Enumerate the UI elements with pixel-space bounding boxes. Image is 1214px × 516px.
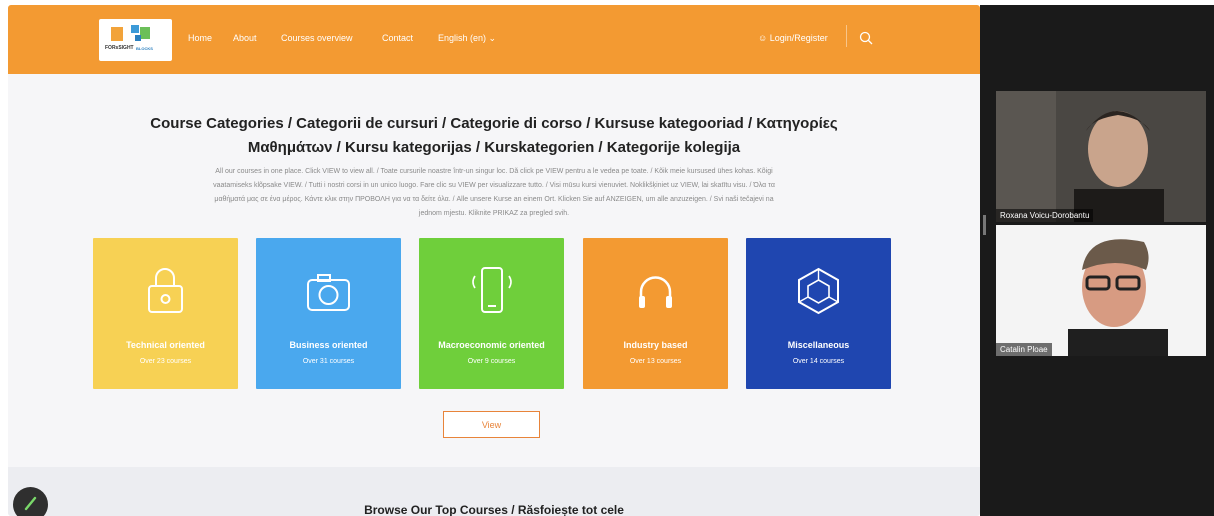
site-header: FORsSIGHT BLOCKS Home About Courses over… bbox=[8, 5, 980, 74]
category-name: Industry based bbox=[623, 340, 688, 350]
category-name: Miscellaneous bbox=[787, 340, 850, 350]
participant-video-catalin[interactable]: Catalin Ploae bbox=[996, 225, 1206, 356]
category-count: Over 9 courses bbox=[467, 358, 516, 365]
logo-subtext: BLOCKS bbox=[136, 46, 153, 51]
nav-language[interactable]: English (en) ⌄ bbox=[438, 33, 496, 44]
page-title-line-2: Μαθημάτων / Kursu kategorijas / Kurskate… bbox=[247, 139, 741, 156]
header-divider bbox=[846, 25, 847, 47]
login-label: Login/Register bbox=[769, 33, 828, 43]
description-line-2: vaatamiseks klõpsake VIEW. / Tutti i nos… bbox=[213, 182, 775, 189]
chevron-down-icon: ⌄ bbox=[488, 33, 497, 43]
category-count: Over 31 courses bbox=[302, 358, 355, 365]
user-icon: ☺ bbox=[758, 33, 768, 43]
category-name: Macroeconomic oriented bbox=[438, 340, 545, 350]
category-card-miscellaneous[interactable]: Miscellaneous Over 14 courses bbox=[746, 238, 891, 389]
view-button[interactable]: View bbox=[443, 411, 540, 438]
pencil-icon bbox=[24, 496, 37, 511]
category-count: Over 14 courses bbox=[792, 358, 845, 365]
category-name: Technical oriented bbox=[126, 340, 205, 350]
nav-contact[interactable]: Contact bbox=[382, 33, 413, 43]
category-card-technical[interactable]: Technical oriented Over 23 courses bbox=[93, 238, 238, 389]
basket-icon bbox=[148, 268, 183, 313]
page-title-line-1: Course Categories / Categorii de cursuri… bbox=[150, 115, 838, 132]
participant-video-roxana[interactable]: Roxana Voicu-Dorobantu bbox=[996, 91, 1206, 222]
participant-image bbox=[996, 225, 1206, 356]
participant-name: Catalin Ploae bbox=[996, 343, 1052, 356]
participant-image bbox=[996, 91, 1206, 222]
nav-home[interactable]: Home bbox=[188, 33, 212, 43]
search-icon[interactable] bbox=[859, 31, 873, 45]
site-logo[interactable]: FORsSIGHT BLOCKS bbox=[99, 19, 172, 61]
category-name: Business oriented bbox=[289, 340, 368, 350]
description-line-3: μαθήματά μας σε ένα μέρος. Κάντε κλικ στ… bbox=[214, 196, 774, 203]
category-card-industry[interactable]: Industry based Over 13 courses bbox=[583, 238, 728, 389]
description-line-4: jednom mjestu. Kliknite PRIKAZ za pregle… bbox=[418, 210, 570, 217]
chat-button[interactable] bbox=[13, 487, 48, 516]
logo-text: FORsSIGHT bbox=[105, 45, 134, 51]
login-register-link[interactable]: ☺ Login/Register bbox=[758, 33, 828, 43]
phone-icon bbox=[472, 267, 512, 313]
shared-screen: FORsSIGHT BLOCKS Home About Courses over… bbox=[8, 5, 980, 516]
camera-icon bbox=[307, 274, 350, 311]
headphones-icon bbox=[639, 276, 672, 308]
category-card-macroeconomic[interactable]: Macroeconomic oriented Over 9 courses bbox=[419, 238, 564, 389]
category-count: Over 13 courses bbox=[629, 358, 682, 365]
category-card-business[interactable]: Business oriented Over 31 courses bbox=[256, 238, 401, 389]
nav-courses-overview[interactable]: Courses overview bbox=[281, 33, 353, 43]
next-section-title: Browse Our Top Courses / Răsfoiește tot … bbox=[364, 503, 624, 516]
participant-name: Roxana Voicu-Dorobantu bbox=[996, 209, 1094, 222]
cube-icon bbox=[798, 267, 839, 315]
description-line-1: All our courses in one place. Click VIEW… bbox=[215, 168, 773, 175]
resize-handle[interactable] bbox=[983, 215, 986, 235]
category-count: Over 23 courses bbox=[139, 358, 192, 365]
language-label: English (en) bbox=[438, 33, 487, 43]
nav-about[interactable]: About bbox=[233, 33, 257, 43]
